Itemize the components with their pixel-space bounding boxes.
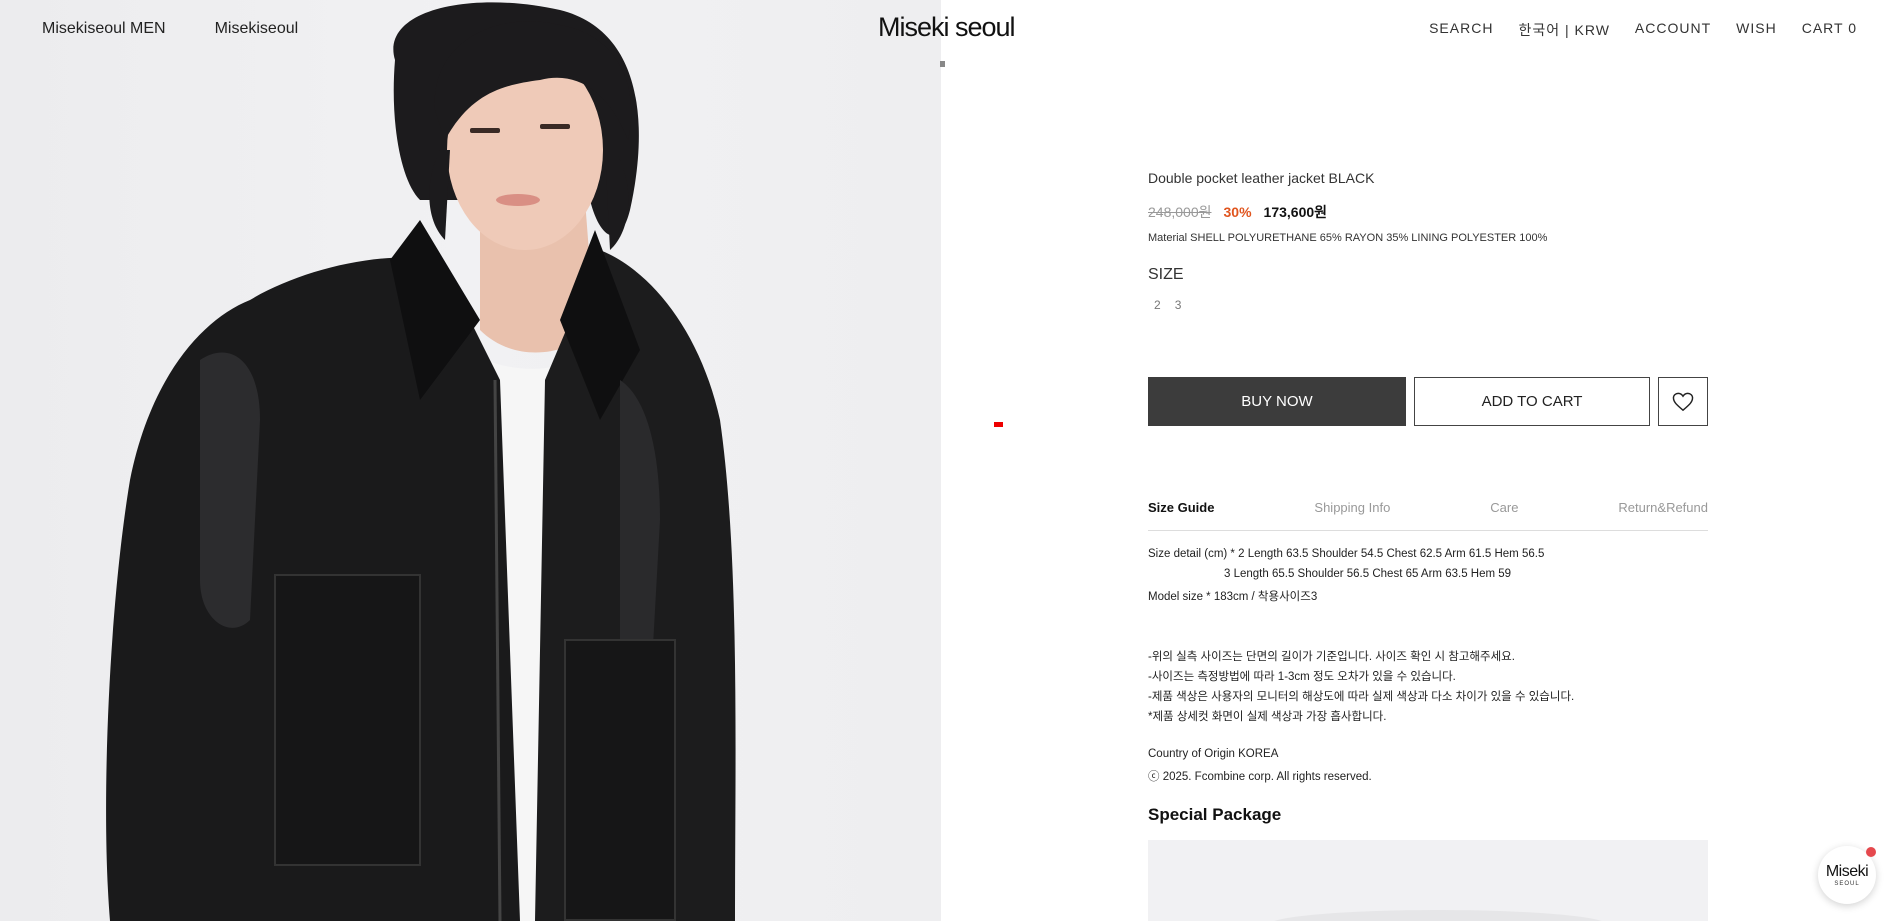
nav-account[interactable]: ACCOUNT — [1635, 20, 1711, 40]
nav-wish[interactable]: WISH — [1736, 20, 1777, 40]
header-left-nav: Misekiseoul MEN Misekiseoul — [42, 20, 298, 38]
model-size: Model size * 183cm / 착용사이즈3 — [1148, 591, 1318, 603]
note-3: -제품 색상은 사용자의 모니터의 해상도에 따라 실제 색상과 다소 차이가 … — [1148, 691, 1575, 703]
product-photo[interactable] — [0, 0, 941, 921]
copyright: ⓒ 2025. Fcombine corp. All rights reserv… — [1148, 771, 1372, 783]
badge-line2: SEOUL — [1834, 881, 1860, 887]
size-detail-line1: Size detail (cm) * 2 Length 63.5 Shoulde… — [1148, 548, 1545, 560]
add-to-cart-button[interactable]: ADD TO CART — [1414, 377, 1650, 426]
nav-brand-link[interactable]: Misekiseoul — [215, 20, 299, 38]
red-marker — [994, 422, 1003, 427]
original-price: 248,000원 — [1148, 204, 1212, 220]
site-logo[interactable]: Miseki seoul — [878, 12, 1016, 43]
buy-now-button[interactable]: BUY NOW — [1148, 377, 1406, 426]
country-of-origin: Country of Origin KOREA — [1148, 748, 1279, 760]
tab-size-guide[interactable]: Size Guide — [1148, 500, 1214, 530]
nav-men-link[interactable]: Misekiseoul MEN — [42, 20, 166, 38]
nav-search[interactable]: SEARCH — [1429, 20, 1493, 40]
tab-return-refund[interactable]: Return&Refund — [1618, 500, 1708, 530]
tab-shipping-info[interactable]: Shipping Info — [1314, 500, 1390, 530]
price-row: 248,000원 30% 173,600원 — [1148, 202, 1327, 222]
discount-rate: 30% — [1223, 204, 1252, 220]
wishlist-button[interactable] — [1658, 377, 1708, 426]
info-tabs: Size Guide Shipping Info Care Return&Ref… — [1148, 500, 1708, 531]
note-2: -사이즈는 측정방법에 따라 1-3cm 정도 오차가 있을 수 있습니다. — [1148, 671, 1456, 683]
size-label: SIZE — [1148, 266, 1184, 283]
header-right-nav: SEARCH 한국어 | KRW ACCOUNT WISH CART 0 — [1429, 20, 1857, 40]
scroll-indicator — [940, 61, 945, 67]
model-illustration — [106, 2, 736, 921]
tab-care[interactable]: Care — [1490, 500, 1518, 530]
note-4: *제품 상세컷 화면이 실제 색상과 가장 흡사합니다. — [1148, 711, 1387, 723]
sale-price: 173,600원 — [1263, 204, 1328, 220]
product-title: Double pocket leather jacket BLACK — [1148, 170, 1375, 186]
size-option-3[interactable]: 3 — [1175, 298, 1182, 312]
badge-line1: Miseki — [1825, 863, 1869, 880]
nav-cart[interactable]: CART 0 — [1802, 20, 1857, 40]
heart-icon — [1672, 392, 1694, 411]
notification-dot — [1866, 847, 1876, 857]
size-options: 2 3 — [1154, 298, 1181, 312]
material-info: Material SHELL POLYURETHANE 65% RAYON 35… — [1148, 232, 1548, 244]
nav-language-currency[interactable]: 한국어 | KRW — [1518, 20, 1609, 40]
special-package-image — [1148, 840, 1708, 921]
size-option-2[interactable]: 2 — [1154, 298, 1161, 312]
special-package-heading: Special Package — [1148, 805, 1282, 824]
size-detail-line2: 3 Length 65.5 Shoulder 56.5 Chest 65 Arm… — [1224, 568, 1512, 580]
note-1: -위의 실측 사이즈는 단면의 길이가 기준입니다. 사이즈 확인 시 참고해주… — [1148, 651, 1515, 663]
